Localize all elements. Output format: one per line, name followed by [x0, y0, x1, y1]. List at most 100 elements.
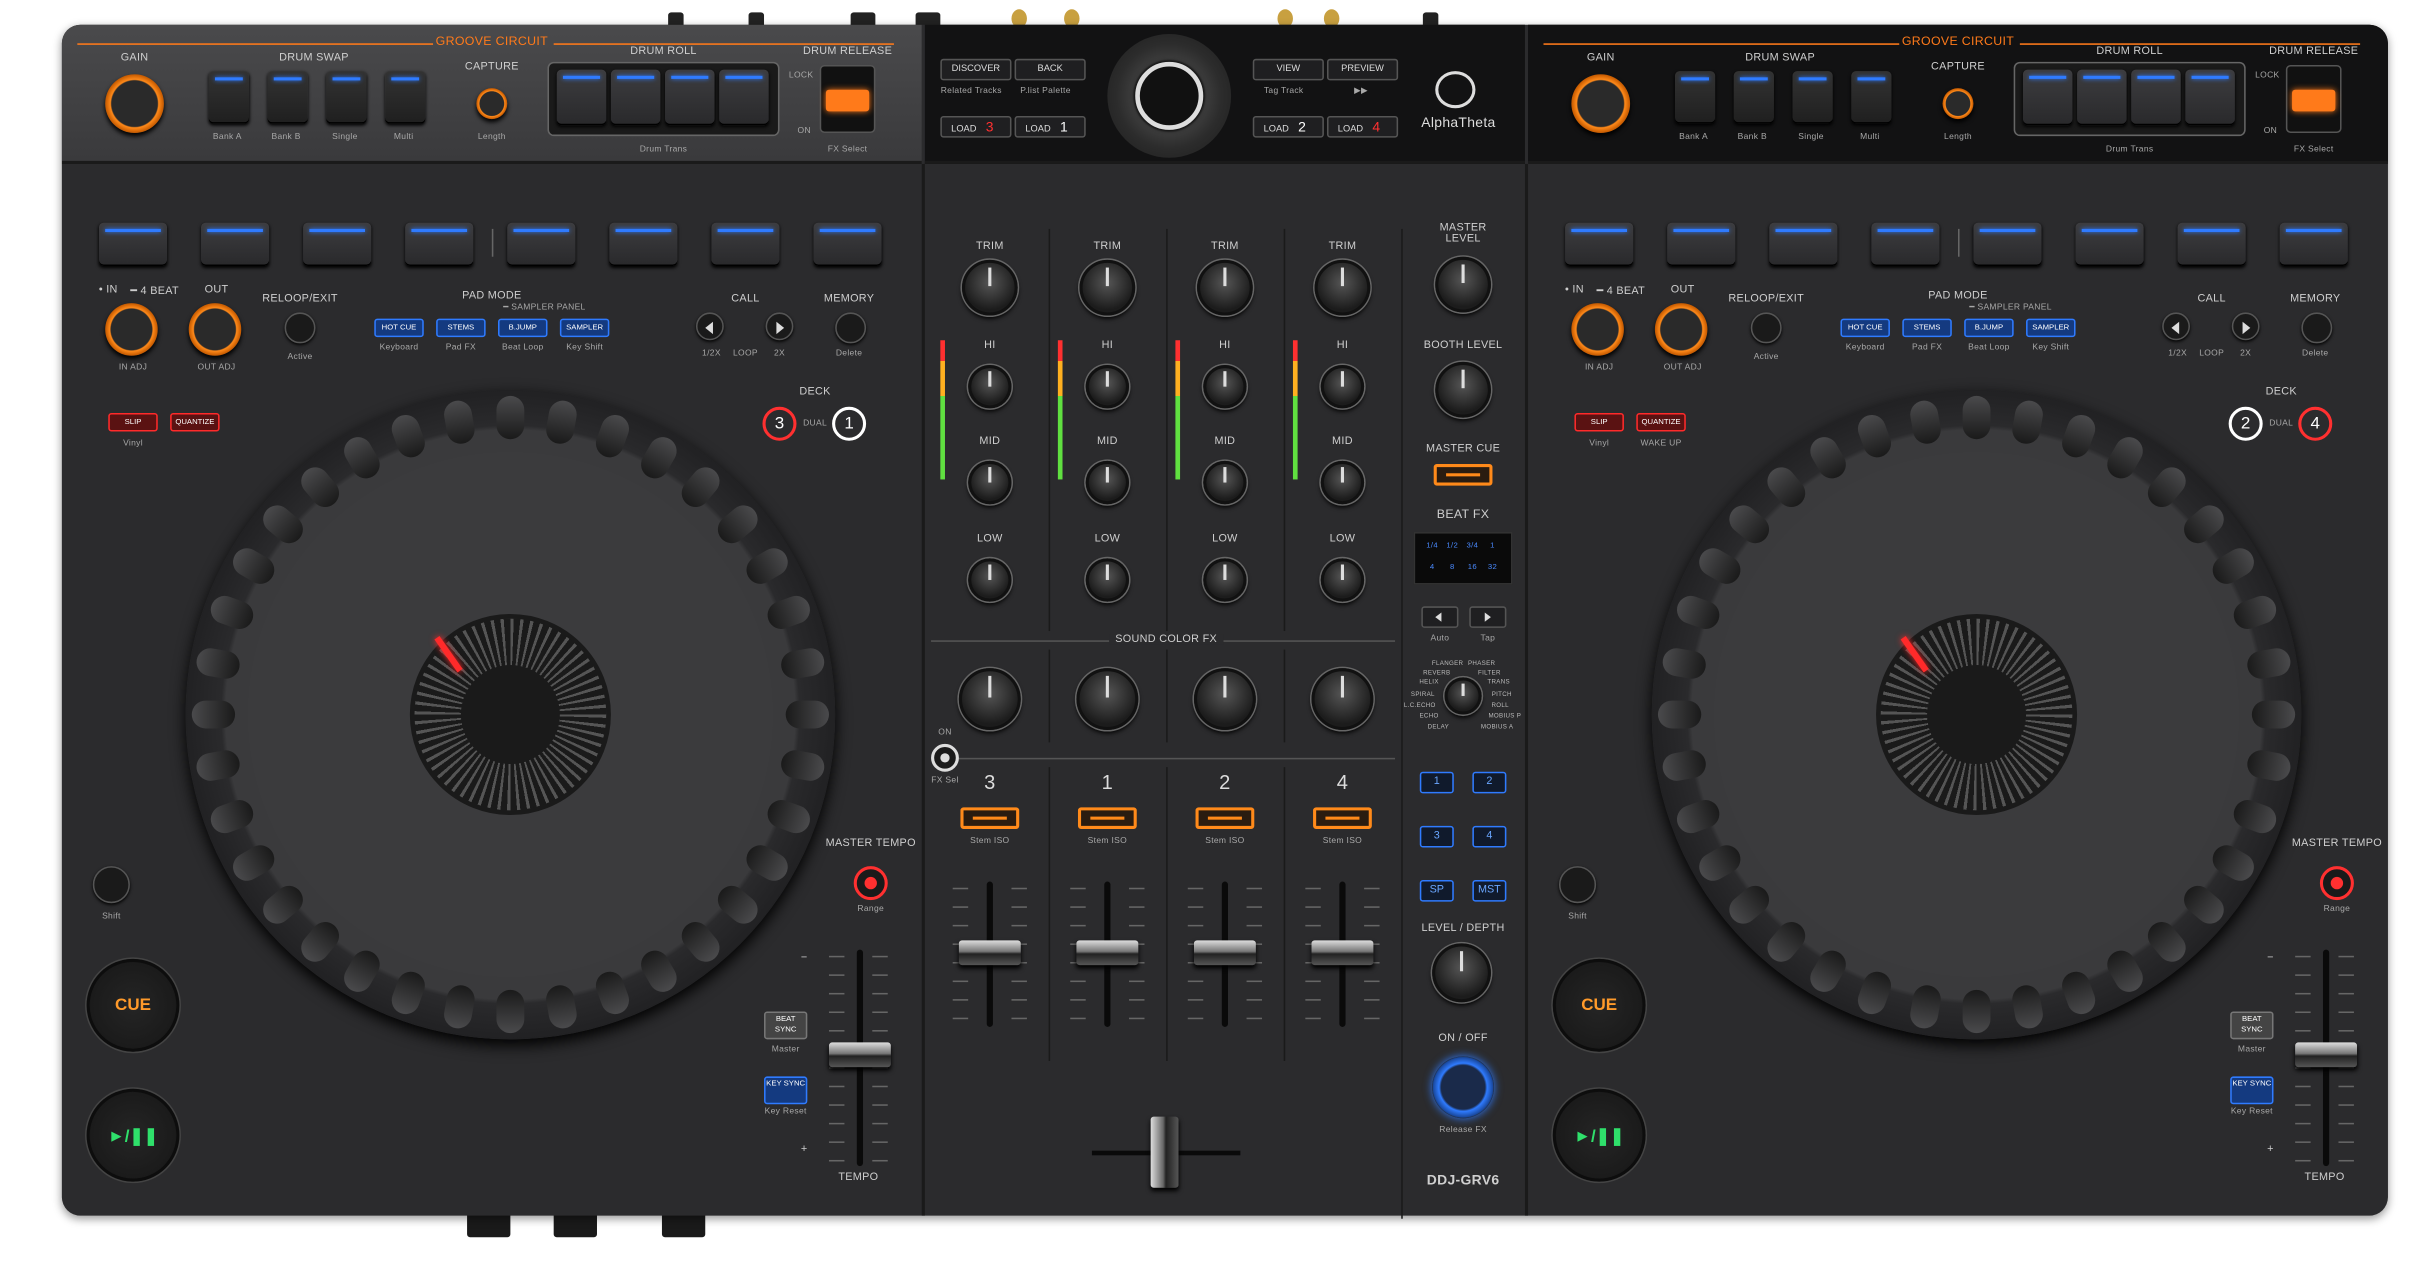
drum-swap-pad[interactable]: [208, 71, 250, 124]
hi-eq-knob[interactable]: [1085, 364, 1130, 409]
drum-roll-pad[interactable]: [2022, 69, 2073, 126]
pad-mode-hot_cue-button[interactable]: HOT CUE: [374, 318, 424, 338]
shift-button[interactable]: [92, 866, 130, 904]
load-1-button[interactable]: LOAD 1: [1014, 115, 1086, 138]
performance-pad[interactable]: [1769, 222, 1838, 267]
deck-select-button[interactable]: 3: [762, 406, 797, 441]
key-sync-button[interactable]: KEY SYNC: [2230, 1076, 2274, 1105]
hi-eq-knob[interactable]: [1203, 364, 1247, 409]
fx-on-off-button[interactable]: [1432, 1056, 1495, 1119]
drum-release-lever[interactable]: [825, 89, 870, 112]
hi-eq-knob[interactable]: [1320, 364, 1365, 409]
sound-color-fx-knob[interactable]: [1076, 668, 1139, 730]
drum-swap-pad[interactable]: [1733, 71, 1774, 124]
drum-roll-pad[interactable]: [2077, 69, 2127, 126]
performance-pad[interactable]: [2279, 222, 2348, 267]
drum-roll-pad[interactable]: [719, 69, 769, 126]
performance-pad[interactable]: [201, 222, 270, 267]
capture-knob[interactable]: [476, 88, 508, 120]
stem-iso-button[interactable]: [1077, 807, 1137, 829]
drum-roll-pad[interactable]: [2131, 69, 2181, 126]
loop-in-button[interactable]: [105, 303, 158, 356]
crossfader[interactable]: [1150, 1116, 1179, 1188]
booth-level-knob[interactable]: [1435, 361, 1491, 418]
channel-fader[interactable]: [1193, 940, 1256, 966]
channel-fader[interactable]: [1311, 940, 1374, 966]
pad-mode-sampler-button[interactable]: SAMPLER: [559, 318, 610, 338]
play-pause-button[interactable]: ►/❚❚: [1552, 1088, 1646, 1182]
deck-select-button[interactable]: 4: [2298, 406, 2333, 441]
performance-pad[interactable]: [1973, 222, 2042, 267]
drum-swap-pad[interactable]: [385, 71, 426, 124]
drum-swap-pad[interactable]: [1792, 71, 1833, 124]
performance-pad[interactable]: [711, 222, 780, 267]
deck-select-button[interactable]: 2: [2228, 406, 2263, 441]
channel-fader[interactable]: [958, 940, 1021, 966]
tempo-fader[interactable]: [2295, 1042, 2358, 1068]
reloop-exit-button[interactable]: [1750, 312, 1782, 344]
performance-pad[interactable]: [813, 222, 882, 267]
low-eq-knob[interactable]: [1320, 558, 1365, 602]
sound-color-fx-knob[interactable]: [1193, 668, 1256, 730]
back-button[interactable]: BACK: [1014, 58, 1086, 81]
play-pause-button[interactable]: ►/❚❚: [86, 1088, 180, 1182]
level-depth-knob[interactable]: [1432, 943, 1491, 1003]
view-button[interactable]: VIEW: [1252, 58, 1324, 81]
drum-swap-pad[interactable]: [326, 71, 367, 124]
drum-roll-pad[interactable]: [665, 69, 715, 126]
tempo-fader[interactable]: [828, 1042, 891, 1068]
quantize-button[interactable]: QUANTIZE: [1636, 412, 1686, 432]
trim-knob[interactable]: [1079, 259, 1136, 316]
slip-button[interactable]: SLIP: [1574, 412, 1624, 432]
stem-iso-button[interactable]: [960, 807, 1020, 829]
preview-button[interactable]: PREVIEW: [1326, 58, 1399, 81]
sound-color-fx-knob[interactable]: [1311, 668, 1374, 730]
reloop-exit-button[interactable]: [284, 312, 316, 344]
performance-pad[interactable]: [2177, 222, 2246, 267]
trim-knob[interactable]: [1197, 259, 1253, 316]
drum-swap-pad[interactable]: [1674, 71, 1716, 124]
load-4-button[interactable]: LOAD 4: [1326, 115, 1399, 138]
memory-button[interactable]: [835, 312, 867, 344]
pad-mode-stems-button[interactable]: STEMS: [436, 318, 486, 338]
trim-knob[interactable]: [1314, 259, 1371, 316]
mid-eq-knob[interactable]: [1320, 460, 1365, 505]
drum-swap-pad[interactable]: [1851, 71, 1892, 124]
mid-eq-knob[interactable]: [1085, 460, 1130, 505]
mid-eq-knob[interactable]: [968, 460, 1012, 505]
fx-channel-button[interactable]: 2: [1472, 771, 1507, 794]
quantize-button[interactable]: QUANTIZE: [170, 412, 220, 432]
mid-eq-knob[interactable]: [1203, 460, 1247, 505]
performance-pad[interactable]: [2075, 222, 2144, 267]
gain-knob[interactable]: [105, 74, 164, 134]
performance-pad[interactable]: [405, 222, 474, 267]
drum-release-lever[interactable]: [2292, 89, 2336, 112]
key-sync-button[interactable]: KEY SYNC: [764, 1076, 808, 1105]
beat-sync-button[interactable]: BEAT SYNC: [764, 1011, 808, 1040]
fx-channel-button[interactable]: 3: [1419, 825, 1454, 848]
slip-button[interactable]: SLIP: [108, 412, 158, 432]
cue-button[interactable]: CUE: [1552, 958, 1646, 1052]
pad-mode-sampler-button[interactable]: SAMPLER: [2026, 318, 2076, 338]
load-2-button[interactable]: LOAD 2: [1252, 115, 1324, 138]
performance-pad[interactable]: [609, 222, 678, 267]
fx-channel-button[interactable]: MST: [1472, 880, 1507, 902]
channel-fader[interactable]: [1076, 940, 1139, 966]
performance-pad[interactable]: [507, 222, 576, 267]
master-level-knob[interactable]: [1435, 256, 1491, 313]
gain-knob[interactable]: [1571, 74, 1631, 134]
deck-select-button[interactable]: 1: [832, 406, 867, 441]
fx-select-knob[interactable]: [1444, 677, 1482, 715]
sound-color-fx-knob[interactable]: [958, 668, 1021, 730]
performance-pad[interactable]: [303, 222, 372, 267]
cue-button[interactable]: CUE: [86, 958, 180, 1052]
low-eq-knob[interactable]: [968, 558, 1012, 602]
capture-knob[interactable]: [1942, 88, 1974, 120]
rotary-selector[interactable]: [1135, 61, 1204, 130]
performance-pad[interactable]: [1565, 222, 1634, 267]
drum-roll-pad[interactable]: [556, 69, 607, 126]
drum-swap-pad[interactable]: [267, 71, 308, 124]
pad-mode-hot_cue-button[interactable]: HOT CUE: [1840, 318, 1890, 338]
performance-pad[interactable]: [98, 222, 168, 267]
loop-in-button[interactable]: [1571, 303, 1624, 356]
